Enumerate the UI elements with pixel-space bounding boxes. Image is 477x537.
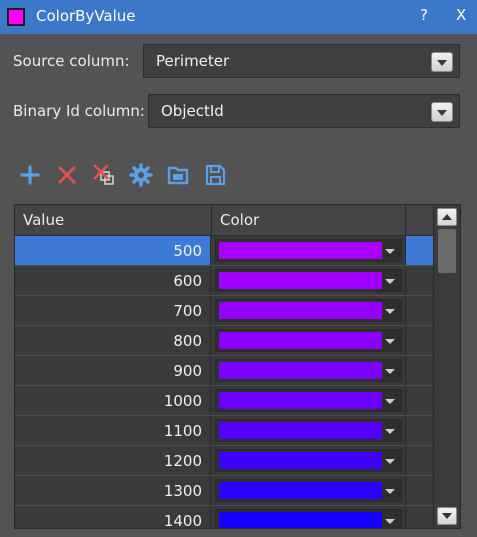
title-bar: ColorByValue ? X — [0, 0, 477, 34]
empty-cell — [406, 416, 433, 445]
grid-header: Value Color — [15, 205, 433, 236]
color-cell — [212, 476, 406, 505]
color-cell — [212, 296, 406, 325]
table-row[interactable]: 600 — [15, 266, 433, 296]
color-swatch — [219, 362, 382, 379]
value-cell[interactable]: 800 — [15, 326, 211, 355]
vertical-scrollbar[interactable] — [433, 205, 460, 528]
chevron-down-icon[interactable] — [382, 422, 398, 439]
value-cell[interactable]: 1200 — [15, 446, 211, 475]
table-row[interactable]: 900 — [15, 356, 433, 386]
scroll-down-button[interactable] — [437, 507, 457, 525]
color-swatch — [219, 332, 382, 349]
empty-cell — [406, 266, 433, 295]
value-cell[interactable]: 900 — [15, 356, 211, 385]
chevron-down-icon[interactable] — [431, 102, 453, 122]
column-header-color[interactable]: Color — [212, 205, 406, 235]
table-row[interactable]: 700 — [15, 296, 433, 326]
table-row[interactable]: 1000 — [15, 386, 433, 416]
table-row[interactable]: 1300 — [15, 476, 433, 506]
source-column-label: Source column: — [13, 52, 130, 70]
source-column-select[interactable]: Perimeter — [143, 44, 460, 78]
color-picker[interactable] — [215, 509, 402, 528]
chevron-down-icon[interactable] — [382, 452, 398, 469]
color-cell — [212, 506, 406, 528]
color-picker[interactable] — [215, 389, 402, 412]
window-title: ColorByValue — [36, 7, 136, 25]
value-cell[interactable]: 500 — [15, 236, 211, 265]
color-picker[interactable] — [215, 479, 402, 502]
delete-icon[interactable] — [55, 163, 79, 187]
empty-cell — [406, 326, 433, 355]
source-column-value: Perimeter — [156, 52, 230, 70]
color-swatch — [219, 512, 382, 528]
help-button[interactable]: ? — [420, 6, 428, 24]
chevron-down-icon[interactable] — [382, 512, 398, 528]
open-icon[interactable] — [166, 163, 190, 187]
color-swatch — [219, 302, 382, 319]
table-row[interactable]: 1400 — [15, 506, 433, 528]
save-icon[interactable] — [203, 163, 227, 187]
color-swatch — [219, 272, 382, 289]
close-button[interactable]: X — [456, 6, 466, 24]
value-cell[interactable]: 1300 — [15, 476, 211, 505]
empty-cell — [406, 356, 433, 385]
delete-all-icon[interactable] — [92, 163, 116, 187]
table-row[interactable]: 800 — [15, 326, 433, 356]
column-header-value[interactable]: Value — [15, 205, 212, 235]
color-swatch — [219, 392, 382, 409]
chevron-down-icon[interactable] — [382, 242, 398, 259]
color-picker[interactable] — [215, 449, 402, 472]
empty-cell — [406, 236, 433, 265]
color-swatch — [219, 242, 382, 259]
chevron-down-icon[interactable] — [382, 332, 398, 349]
color-picker[interactable] — [215, 329, 402, 352]
color-picker[interactable] — [215, 299, 402, 322]
value-cell[interactable]: 700 — [15, 296, 211, 325]
table-row[interactable]: 1100 — [15, 416, 433, 446]
color-picker[interactable] — [215, 239, 402, 262]
color-swatch — [219, 422, 382, 439]
window-color-icon — [7, 8, 25, 26]
color-picker[interactable] — [215, 359, 402, 382]
chevron-down-icon[interactable] — [382, 482, 398, 499]
value-cell[interactable]: 1100 — [15, 416, 211, 445]
settings-icon[interactable] — [129, 163, 153, 187]
color-swatch — [219, 482, 382, 499]
binary-id-column-value: ObjectId — [161, 102, 224, 120]
empty-cell — [406, 446, 433, 475]
empty-cell — [406, 296, 433, 325]
binary-id-column-label: Binary Id column: — [13, 102, 145, 120]
value-cell[interactable]: 600 — [15, 266, 211, 295]
value-cell[interactable]: 1000 — [15, 386, 211, 415]
chevron-down-icon[interactable] — [382, 362, 398, 379]
color-picker[interactable] — [215, 269, 402, 292]
color-cell — [212, 386, 406, 415]
grid-rows: 500 600 700 800 900 1000 1100 1200 1300 1400 — [15, 236, 433, 528]
color-cell — [212, 356, 406, 385]
color-cell — [212, 416, 406, 445]
color-picker[interactable] — [215, 419, 402, 442]
color-cell — [212, 326, 406, 355]
color-cell — [212, 266, 406, 295]
chevron-down-icon[interactable] — [431, 52, 453, 72]
color-value-grid: Value Color 500 600 700 800 900 1000 1100 1200 1… — [14, 204, 461, 529]
empty-cell — [406, 476, 433, 505]
add-icon[interactable] — [18, 163, 42, 187]
table-row[interactable]: 1200 — [15, 446, 433, 476]
empty-cell — [406, 386, 433, 415]
scroll-thumb[interactable] — [438, 229, 456, 273]
binary-id-column-select[interactable]: ObjectId — [148, 94, 460, 128]
value-cell[interactable]: 1400 — [15, 506, 211, 528]
color-cell — [212, 446, 406, 475]
empty-cell — [406, 506, 433, 528]
table-row[interactable]: 500 — [15, 236, 433, 266]
chevron-down-icon[interactable] — [382, 272, 398, 289]
color-cell — [212, 236, 406, 265]
color-swatch — [219, 452, 382, 469]
chevron-down-icon[interactable] — [382, 302, 398, 319]
scroll-up-button[interactable] — [437, 208, 457, 226]
chevron-down-icon[interactable] — [382, 392, 398, 409]
